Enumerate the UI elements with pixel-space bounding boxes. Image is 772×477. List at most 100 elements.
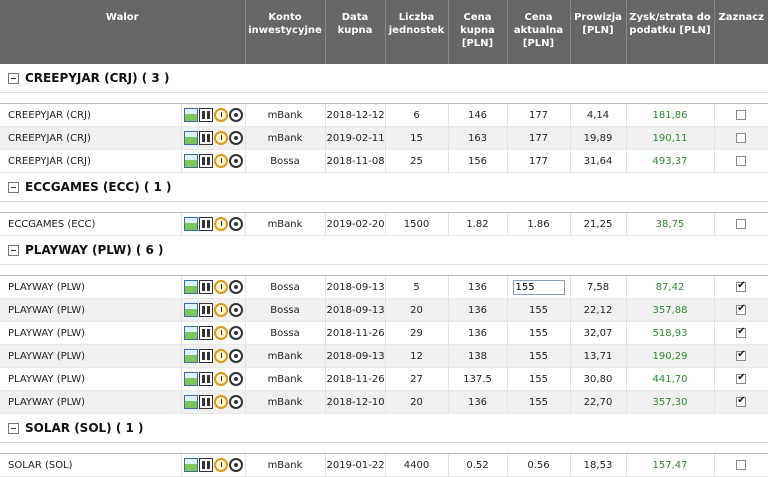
binoculars-icon[interactable] <box>198 154 213 168</box>
select-checkbox[interactable] <box>736 109 747 120</box>
clock-icon[interactable] <box>213 154 228 168</box>
binoculars-icon[interactable] <box>198 349 213 363</box>
cell-cena-aktualna: 155 <box>507 321 571 345</box>
collapse-toggle-icon[interactable] <box>8 182 19 193</box>
select-checkbox[interactable] <box>736 218 747 229</box>
select-checkbox[interactable] <box>736 459 747 470</box>
select-checkbox[interactable] <box>736 372 747 384</box>
chart-icon[interactable] <box>183 154 198 168</box>
eye-icon[interactable] <box>228 131 243 145</box>
cell-data: 2018-11-08 <box>325 149 386 173</box>
binoculars-icon[interactable] <box>198 280 213 294</box>
chart-icon[interactable] <box>183 280 198 294</box>
cell-liczba: 12 <box>385 344 449 368</box>
collapse-toggle-icon[interactable] <box>8 73 19 84</box>
select-checkbox[interactable] <box>736 349 747 361</box>
cell-data: 2018-09-13 <box>325 275 386 299</box>
cell-zysk: 190,11 <box>626 126 715 150</box>
header-cena-kupna[interactable]: Cena kupna [PLN] <box>448 0 508 64</box>
cell-cena-aktualna: 0.56 <box>507 453 571 477</box>
chart-icon[interactable] <box>183 349 198 363</box>
header-konto[interactable]: Konto inwestycyjne <box>245 0 326 64</box>
select-checkbox[interactable] <box>736 155 747 166</box>
binoculars-icon[interactable] <box>198 217 213 231</box>
eye-icon[interactable] <box>228 326 243 340</box>
chart-icon[interactable] <box>183 395 198 409</box>
select-checkbox[interactable] <box>736 395 747 407</box>
eye-icon[interactable] <box>228 154 243 168</box>
chart-icon[interactable] <box>183 131 198 145</box>
group-title: ECCGAMES (ECC) ( 1 ) <box>25 180 172 194</box>
eye-icon[interactable] <box>228 280 243 294</box>
select-checkbox[interactable] <box>736 326 747 338</box>
clock-icon[interactable] <box>213 326 228 340</box>
cell-liczba: 20 <box>385 298 449 322</box>
clock-icon[interactable] <box>213 303 228 317</box>
group-header: CREEPYJAR (CRJ) ( 3 ) <box>0 64 768 93</box>
eye-icon[interactable] <box>228 108 243 122</box>
clock-icon[interactable] <box>213 458 228 472</box>
clock-icon[interactable] <box>213 131 228 145</box>
binoculars-icon[interactable] <box>198 108 213 122</box>
cell-walor: CREEPYJAR (CRJ) <box>0 126 182 150</box>
eye-icon[interactable] <box>228 303 243 317</box>
cell-cena-kupna: 146 <box>448 103 508 127</box>
select-checkbox[interactable] <box>736 132 747 143</box>
cell-prowizja: 13,71 <box>570 344 627 368</box>
header-liczba[interactable]: Liczba jednostek <box>385 0 449 64</box>
eye-icon[interactable] <box>228 372 243 386</box>
binoculars-icon[interactable] <box>198 303 213 317</box>
cell-cena-aktualna: 155 <box>507 390 571 414</box>
cell-prowizja: 22,12 <box>570 298 627 322</box>
chart-icon[interactable] <box>183 217 198 231</box>
chart-icon[interactable] <box>183 372 198 386</box>
cell-walor: ECCGAMES (ECC) <box>0 212 182 236</box>
eye-icon[interactable] <box>228 395 243 409</box>
cell-actions <box>181 453 246 477</box>
cell-zaznacz <box>714 126 768 150</box>
binoculars-icon[interactable] <box>198 395 213 409</box>
chart-icon[interactable] <box>183 326 198 340</box>
eye-icon[interactable] <box>228 349 243 363</box>
collapse-toggle-icon[interactable] <box>8 423 19 434</box>
clock-icon[interactable] <box>213 395 228 409</box>
header-data[interactable]: Data kupna <box>325 0 386 64</box>
cell-walor: PLAYWAY (PLW) <box>0 298 182 322</box>
cell-zaznacz <box>714 344 768 368</box>
cell-prowizja: 19,89 <box>570 126 627 150</box>
collapse-toggle-icon[interactable] <box>8 245 19 256</box>
clock-icon[interactable] <box>213 217 228 231</box>
cell-zysk: 518,93 <box>626 321 715 345</box>
binoculars-icon[interactable] <box>198 131 213 145</box>
header-cena-aktualna[interactable]: Cena aktualna [PLN] <box>507 0 571 64</box>
price-value: 0.56 <box>527 459 550 471</box>
clock-icon[interactable] <box>213 372 228 386</box>
price-edit-input[interactable] <box>512 279 565 295</box>
cell-walor: PLAYWAY (PLW) <box>0 344 182 368</box>
eye-icon[interactable] <box>228 458 243 472</box>
cell-zysk: 181,86 <box>626 103 715 127</box>
header-walor[interactable]: Walor <box>0 0 246 64</box>
cell-cena-kupna: 137.5 <box>448 367 508 391</box>
chart-icon[interactable] <box>183 458 198 472</box>
table-row: CREEPYJAR (CRJ) Bossa 2018-11-08 25 156 177 31… <box>0 149 768 173</box>
binoculars-icon[interactable] <box>198 326 213 340</box>
select-checkbox[interactable] <box>736 280 747 292</box>
cell-liczba: 20 <box>385 390 449 414</box>
header-zysk[interactable]: Zysk/strata do podatku [PLN] <box>626 0 715 64</box>
chart-icon[interactable] <box>183 303 198 317</box>
chart-icon[interactable] <box>183 108 198 122</box>
cell-cena-aktualna: 155 <box>507 298 571 322</box>
clock-icon[interactable] <box>213 280 228 294</box>
table-header: Walor Konto inwestycyjne Data kupna Licz… <box>0 0 768 64</box>
binoculars-icon[interactable] <box>198 458 213 472</box>
binoculars-icon[interactable] <box>198 372 213 386</box>
select-checkbox[interactable] <box>736 303 747 315</box>
header-prowizja[interactable]: Prowizja [PLN] <box>570 0 627 64</box>
cell-walor: SOLAR (SOL) <box>0 453 182 477</box>
eye-icon[interactable] <box>228 217 243 231</box>
cell-zaznacz <box>714 212 768 236</box>
cell-data: 2018-11-26 <box>325 321 386 345</box>
clock-icon[interactable] <box>213 108 228 122</box>
clock-icon[interactable] <box>213 349 228 363</box>
